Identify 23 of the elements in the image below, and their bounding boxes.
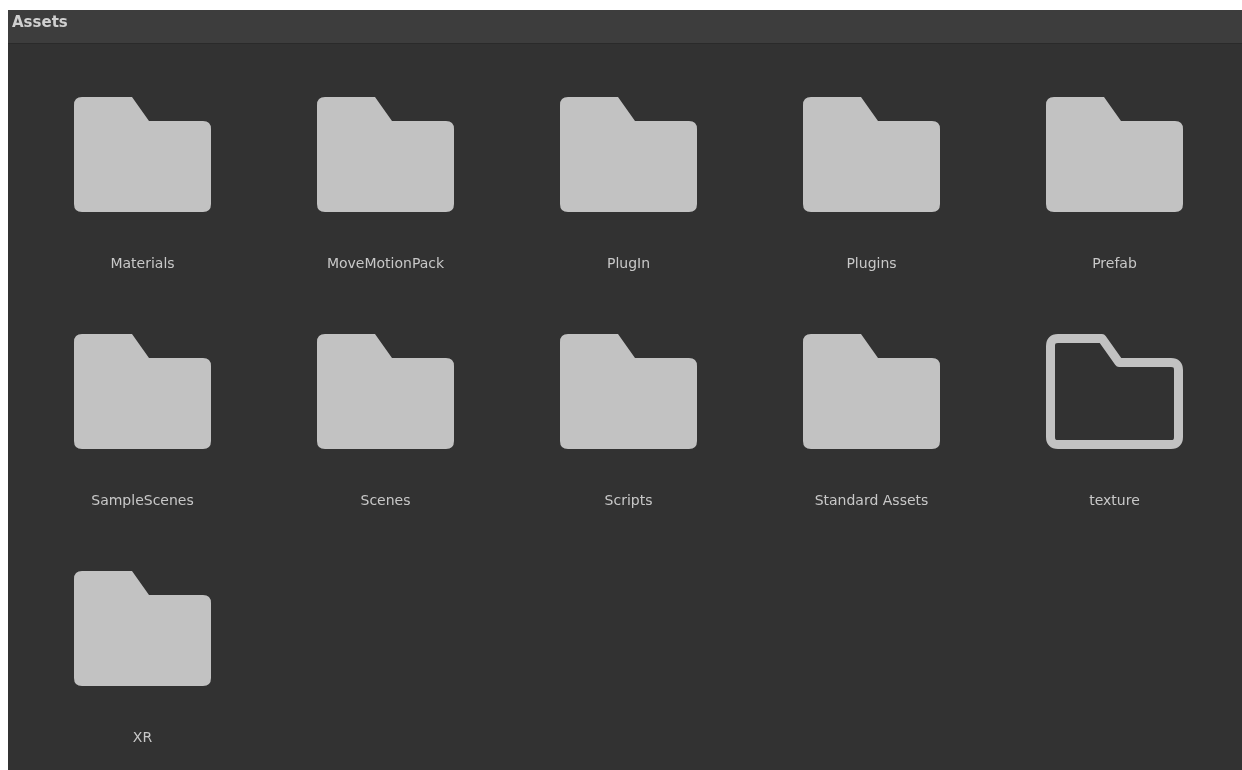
folder-item[interactable]: Plugins xyxy=(750,97,993,334)
folder-name: Scenes xyxy=(360,492,411,508)
folder-item[interactable]: PlugIn xyxy=(507,97,750,334)
folder-name: texture xyxy=(1089,492,1140,508)
folder-item[interactable]: Standard Assets xyxy=(750,334,993,571)
folder-name: XR xyxy=(132,729,153,745)
folder-name: SampleScenes xyxy=(91,492,194,508)
folder-name: Plugins xyxy=(846,255,897,271)
folder-name: PlugIn xyxy=(606,255,651,271)
folder-name: Prefab xyxy=(1092,255,1137,271)
folder-item[interactable]: Scripts xyxy=(507,334,750,571)
folder-item[interactable]: MoveMotionPack xyxy=(264,97,507,334)
folder-item[interactable]: Prefab xyxy=(993,97,1236,334)
folder-name: MoveMotionPack xyxy=(326,255,445,271)
folder-item[interactable]: Scenes xyxy=(264,334,507,571)
folder-item[interactable]: texture xyxy=(993,334,1236,571)
folder-item[interactable]: SampleScenes xyxy=(21,334,264,571)
folder-name: Standard Assets xyxy=(814,492,929,508)
folder-item[interactable]: XR xyxy=(21,571,264,770)
panel-title: Assets xyxy=(12,13,68,31)
folder-name: Materials xyxy=(110,255,175,271)
folder-item[interactable]: Materials xyxy=(21,97,264,334)
folder-name: Scripts xyxy=(604,492,653,508)
